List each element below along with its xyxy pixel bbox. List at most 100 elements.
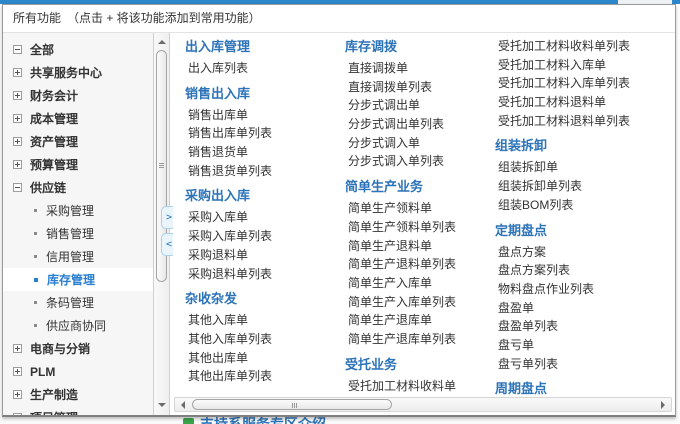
tree-item[interactable]: 供应链 [3, 176, 153, 199]
bullet-icon [34, 209, 37, 212]
left-arrow-icon [181, 401, 185, 409]
function-link[interactable]: 受托加工材料退料单 [495, 93, 673, 112]
function-link[interactable]: 直接调拨单 [345, 59, 497, 78]
function-link[interactable]: 分步式调出单列表 [345, 115, 497, 134]
function-link[interactable]: 简单生产领料单列表 [345, 218, 497, 237]
function-link[interactable]: 销售出库单列表 [185, 124, 337, 143]
scroll-left-button[interactable] [176, 398, 190, 411]
tree-item[interactable]: 电商与分销 [3, 337, 153, 360]
tree-item[interactable]: 项目管理 [3, 406, 153, 415]
function-link[interactable]: 盘点方案 [495, 243, 673, 262]
function-link[interactable]: 直接调拨单列表 [345, 78, 497, 97]
tree-item[interactable]: 供应商协同 [3, 314, 153, 337]
function-link[interactable]: 简单生产退库单列表 [345, 330, 497, 349]
function-link[interactable]: 分步式调出单 [345, 96, 497, 115]
function-link[interactable]: 简单生产退料单 [345, 237, 497, 256]
function-link[interactable]: 采购退料单 [185, 246, 337, 265]
tree-item[interactable]: PLM [3, 360, 153, 383]
tree-item[interactable]: 条码管理 [3, 291, 153, 314]
tree-item[interactable]: 财务会计 [3, 84, 153, 107]
scroll-up-button[interactable] [154, 35, 169, 49]
function-link[interactable]: 简单生产领料单 [345, 199, 497, 218]
function-link[interactable]: 受托加工材料退料单列表 [495, 112, 673, 131]
background-clipped-text: 支持系服务专区介绍 [200, 417, 326, 424]
expand-icon[interactable] [13, 160, 22, 169]
expand-icon[interactable] [13, 114, 22, 123]
function-link[interactable]: 盘亏单 [495, 336, 673, 355]
tree-item[interactable]: 全部 [3, 38, 153, 61]
up-arrow-icon [158, 40, 166, 44]
function-link[interactable]: 分步式调入单 [345, 134, 497, 153]
function-link[interactable]: 受托加工材料入库单列表 [495, 74, 673, 93]
expand-icon[interactable] [13, 390, 22, 399]
function-link[interactable]: 其他出库单列表 [185, 367, 337, 386]
function-link[interactable]: 简单生产退料单列表 [345, 255, 497, 274]
function-link[interactable]: 其他入库单 [185, 311, 337, 330]
scroll-down-button[interactable] [154, 398, 169, 412]
tree-item-label: 信用管理 [46, 248, 94, 265]
function-list-panel: 出入库管理出入库列表销售出入库销售出库单销售出库单列表销售退货单销售退货单列表采… [173, 37, 673, 395]
function-link[interactable]: 受托加工材料收料单 [345, 377, 497, 395]
function-group-header: 库存调拨 [345, 37, 497, 57]
function-link[interactable]: 简单生产退库单 [345, 311, 497, 330]
function-link[interactable]: 受托加工材料入库单 [495, 56, 673, 75]
function-group-header: 杂收杂发 [185, 289, 337, 309]
function-link[interactable]: 采购退料单列表 [185, 265, 337, 284]
function-group-header: 受托业务 [345, 355, 497, 375]
tree-item[interactable]: 信用管理 [3, 245, 153, 268]
horizontal-scrollbar-thumb[interactable] [192, 399, 392, 410]
function-link[interactable]: 组装拆卸单列表 [495, 177, 673, 196]
tree-item[interactable]: 采购管理 [3, 199, 153, 222]
function-link[interactable]: 采购入库单 [185, 208, 337, 227]
tree-item-label: 全部 [30, 41, 54, 58]
function-link[interactable]: 盘亏单列表 [495, 355, 673, 374]
tree-item-label: 库存管理 [47, 271, 95, 288]
scrollbar-grip-icon [292, 403, 293, 408]
tree-item[interactable]: 生产制造 [3, 383, 153, 406]
tree-item-label: 电商与分销 [30, 340, 90, 357]
function-link[interactable]: 销售退货单列表 [185, 162, 337, 181]
tree-item-label: 供应链 [30, 179, 66, 196]
function-link[interactable]: 简单生产入库单列表 [345, 293, 497, 312]
function-group-header: 定期盘点 [495, 221, 673, 241]
function-link[interactable]: 物料盘点作业列表 [495, 280, 673, 299]
tree-item[interactable]: 销售管理 [3, 222, 153, 245]
expand-icon[interactable] [13, 137, 22, 146]
expand-icon[interactable] [13, 367, 22, 376]
function-link[interactable]: 组装拆卸单 [495, 158, 673, 177]
tree-item[interactable]: 预算管理 [3, 153, 153, 176]
function-link[interactable]: 盘盈单 [495, 299, 673, 318]
function-link[interactable]: 其他出库单 [185, 349, 337, 368]
function-link[interactable]: 其他入库单列表 [185, 330, 337, 349]
tree-item-label: 财务会计 [30, 87, 78, 104]
expand-icon[interactable] [13, 68, 22, 77]
function-link[interactable]: 销售出库单 [185, 106, 337, 125]
function-link[interactable]: 简单生产入库单 [345, 274, 497, 293]
function-link[interactable]: 盘盈单列表 [495, 317, 673, 336]
function-link[interactable]: 出入库列表 [185, 59, 337, 78]
function-link[interactable]: 分步式调入单列表 [345, 152, 497, 171]
expand-icon[interactable] [13, 413, 22, 415]
expand-icon[interactable] [13, 344, 22, 353]
function-link[interactable]: 受托加工材料收料单列表 [495, 37, 673, 56]
tree-item-label: 预算管理 [30, 156, 78, 173]
tree-item[interactable]: 共享服务中心 [3, 61, 153, 84]
tree-item-label: 供应商协同 [46, 317, 106, 334]
tree-item[interactable]: 库存管理 [3, 268, 153, 291]
collapse-icon[interactable] [13, 183, 22, 192]
expand-icon[interactable] [13, 91, 22, 100]
tree-item-label: 项目管理 [30, 409, 78, 415]
function-link[interactable]: 采购入库单列表 [185, 227, 337, 246]
function-link[interactable]: 盘点方案列表 [495, 261, 673, 280]
bullet-icon [34, 301, 37, 304]
tree-item[interactable]: 成本管理 [3, 107, 153, 130]
function-group-header: 周期盘点 [495, 379, 673, 395]
function-column: 库存调拨直接调拨单直接调拨单列表分步式调出单分步式调出单列表分步式调入单分步式调… [345, 37, 497, 395]
tree-item[interactable]: 资产管理 [3, 130, 153, 153]
horizontal-scrollbar[interactable] [174, 397, 672, 412]
function-link[interactable]: 销售退货单 [185, 143, 337, 162]
function-group-header: 出入库管理 [185, 37, 337, 57]
collapse-icon[interactable] [13, 45, 22, 54]
scroll-right-button[interactable] [656, 398, 670, 411]
function-link[interactable]: 组装BOM列表 [495, 196, 673, 215]
